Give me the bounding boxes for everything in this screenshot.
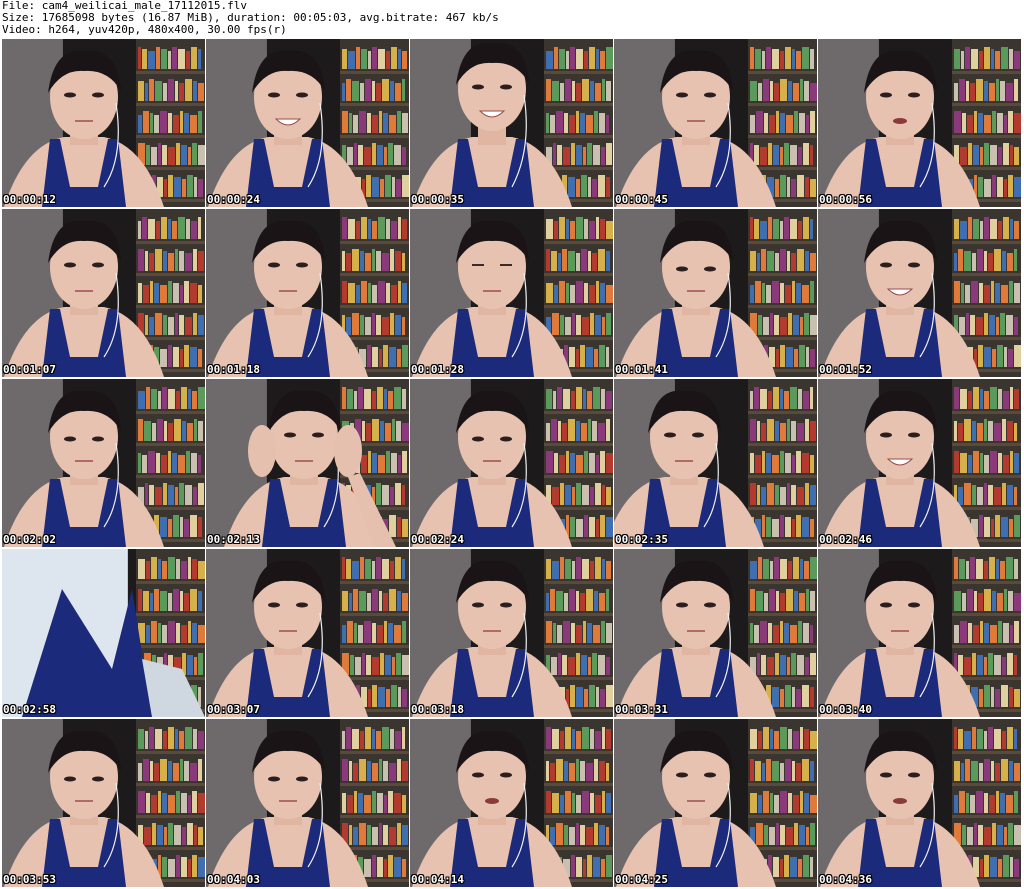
video-thumbnail: 00:04:14 bbox=[410, 719, 613, 887]
webcam-frame-image bbox=[818, 209, 1021, 377]
timestamp-label: 00:04:03 bbox=[207, 873, 260, 886]
webcam-frame-image bbox=[410, 209, 613, 377]
video-thumbnail: 00:03:31 bbox=[614, 549, 817, 717]
timestamp-label: 00:03:18 bbox=[411, 703, 464, 716]
webcam-frame-image bbox=[818, 719, 1021, 887]
timestamp-label: 00:04:25 bbox=[615, 873, 668, 886]
video-thumbnail: 00:04:25 bbox=[614, 719, 817, 887]
timestamp-label: 00:02:35 bbox=[615, 533, 668, 546]
video-thumbnail: 00:02:46 bbox=[818, 379, 1021, 547]
webcam-frame-image bbox=[410, 39, 613, 207]
webcam-frame-image bbox=[614, 719, 817, 887]
video-thumbnail: 00:00:56 bbox=[818, 39, 1021, 207]
video-thumbnail: 00:01:41 bbox=[614, 209, 817, 377]
video-thumbnail: 00:01:18 bbox=[206, 209, 409, 377]
timestamp-label: 00:01:52 bbox=[819, 363, 872, 376]
timestamp-label: 00:02:13 bbox=[207, 533, 260, 546]
video-thumbnail: 00:01:07 bbox=[2, 209, 205, 377]
webcam-frame-image bbox=[206, 379, 409, 547]
webcam-frame-image bbox=[2, 719, 205, 887]
timestamp-label: 00:00:45 bbox=[615, 193, 668, 206]
timestamp-label: 00:02:46 bbox=[819, 533, 872, 546]
timestamp-label: 00:01:07 bbox=[3, 363, 56, 376]
webcam-frame-image bbox=[410, 549, 613, 717]
webcam-frame-image bbox=[818, 549, 1021, 717]
webcam-frame-image bbox=[614, 379, 817, 547]
timestamp-label: 00:02:58 bbox=[3, 703, 56, 716]
timestamp-label: 00:01:41 bbox=[615, 363, 668, 376]
video-thumbnail: 00:04:03 bbox=[206, 719, 409, 887]
video-thumbnail: 00:02:58 bbox=[2, 549, 205, 717]
timestamp-label: 00:03:53 bbox=[3, 873, 56, 886]
webcam-frame-image bbox=[206, 719, 409, 887]
video-thumbnail: 00:03:53 bbox=[2, 719, 205, 887]
webcam-frame-image bbox=[2, 39, 205, 207]
timestamp-label: 00:00:24 bbox=[207, 193, 260, 206]
webcam-frame-image bbox=[2, 379, 205, 547]
webcam-frame-image bbox=[2, 549, 205, 717]
video-thumbnail: 00:02:35 bbox=[614, 379, 817, 547]
webcam-frame-image bbox=[2, 209, 205, 377]
video-thumbnail: 00:01:52 bbox=[818, 209, 1021, 377]
webcam-frame-image bbox=[614, 549, 817, 717]
video-thumbnail: 00:00:24 bbox=[206, 39, 409, 207]
timestamp-label: 00:04:14 bbox=[411, 873, 464, 886]
timestamp-label: 00:02:02 bbox=[3, 533, 56, 546]
video-thumbnail: 00:00:12 bbox=[2, 39, 205, 207]
timestamp-label: 00:03:07 bbox=[207, 703, 260, 716]
webcam-frame-image bbox=[206, 39, 409, 207]
thumbnail-grid: 00:00:12 00:00:24 00:00:35 00:00:45 00:00:56… bbox=[2, 39, 1022, 887]
webcam-frame-image bbox=[206, 209, 409, 377]
video-thumbnail: 00:00:35 bbox=[410, 39, 613, 207]
timestamp-label: 00:04:36 bbox=[819, 873, 872, 886]
video-thumbnail: 00:01:28 bbox=[410, 209, 613, 377]
video-thumbnail: 00:02:24 bbox=[410, 379, 613, 547]
video-thumbnail: 00:00:45 bbox=[614, 39, 817, 207]
webcam-frame-image bbox=[614, 39, 817, 207]
webcam-frame-image bbox=[410, 379, 613, 547]
video-thumbnail: 00:04:36 bbox=[818, 719, 1021, 887]
webcam-frame-image bbox=[614, 209, 817, 377]
file-info-header: File: cam4_weilicai_male_17112015.flv Si… bbox=[2, 0, 1022, 38]
video-thumbnail: 00:02:13 bbox=[206, 379, 409, 547]
timestamp-label: 00:02:24 bbox=[411, 533, 464, 546]
webcam-frame-image bbox=[206, 549, 409, 717]
timestamp-label: 00:00:35 bbox=[411, 193, 464, 206]
webcam-frame-image bbox=[818, 39, 1021, 207]
webcam-frame-image bbox=[410, 719, 613, 887]
timestamp-label: 00:03:31 bbox=[615, 703, 668, 716]
timestamp-label: 00:01:18 bbox=[207, 363, 260, 376]
video-thumbnail: 00:03:40 bbox=[818, 549, 1021, 717]
timestamp-label: 00:00:56 bbox=[819, 193, 872, 206]
video-thumbnail: 00:03:07 bbox=[206, 549, 409, 717]
timestamp-label: 00:03:40 bbox=[819, 703, 872, 716]
video-thumbnail: 00:03:18 bbox=[410, 549, 613, 717]
video-thumbnail: 00:02:02 bbox=[2, 379, 205, 547]
timestamp-label: 00:00:12 bbox=[3, 193, 56, 206]
timestamp-label: 00:01:28 bbox=[411, 363, 464, 376]
webcam-frame-image bbox=[818, 379, 1021, 547]
video-info-line: Video: h264, yuv420p, 480x400, 30.00 fps… bbox=[2, 23, 287, 36]
